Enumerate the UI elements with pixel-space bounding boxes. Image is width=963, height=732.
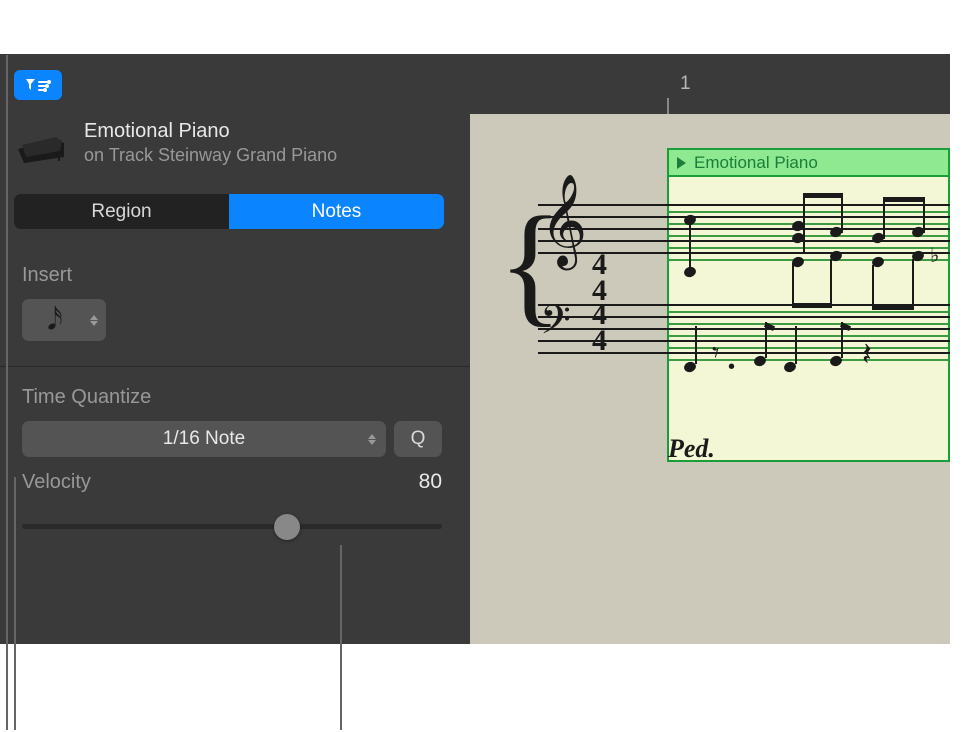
filter-icon: [24, 77, 52, 93]
ruler-marker: 1: [680, 73, 691, 95]
tab-region[interactable]: Region: [14, 194, 229, 229]
tab-group: Region Notes: [14, 194, 444, 229]
velocity-slider[interactable]: [22, 512, 442, 542]
divider: [0, 366, 470, 367]
insert-section: Insert 𝅘𝅥𝅯: [22, 264, 106, 341]
stepper-arrows-icon: [90, 315, 98, 326]
velocity-value: 80: [419, 470, 442, 494]
time-signature-treble: 4 4: [592, 252, 607, 303]
track-subtitle: on Track Steinway Grand Piano: [84, 145, 337, 166]
slider-thumb[interactable]: [274, 514, 300, 540]
track-name: Emotional Piano: [84, 120, 337, 143]
velocity-label: Velocity: [22, 471, 91, 494]
note-value-icon: 𝅘𝅥𝅯: [47, 305, 63, 335]
tab-notes[interactable]: Notes: [229, 194, 444, 229]
insert-dropdown[interactable]: 𝅘𝅥𝅯: [22, 299, 106, 341]
insert-label: Insert: [22, 264, 106, 287]
inspector-sidebar: Emotional Piano on Track Steinway Grand …: [0, 54, 470, 644]
quantize-apply-button[interactable]: Q: [394, 421, 442, 457]
editor-panel: Emotional Piano on Track Steinway Grand …: [0, 54, 950, 644]
stepper-arrows-icon: [368, 434, 376, 445]
ruler-tick: [667, 98, 669, 114]
region-header[interactable]: Emotional Piano: [667, 148, 950, 175]
filter-button[interactable]: [14, 70, 62, 100]
velocity-section: Velocity 80: [22, 470, 442, 542]
callout-line: [14, 477, 16, 730]
treble-clef: 𝄞: [540, 176, 587, 267]
quantize-dropdown[interactable]: 1/16 Note: [22, 421, 386, 457]
score-area: 1 Emotional Piano: [470, 54, 950, 644]
play-icon: [677, 157, 686, 169]
piano-icon: [14, 121, 68, 165]
callout-line: [340, 545, 342, 730]
bass-clef: 𝄢: [540, 298, 571, 354]
pedal-mark: Ped.: [668, 434, 715, 464]
quantize-label: Time Quantize: [22, 386, 442, 409]
track-info: Emotional Piano on Track Steinway Grand …: [14, 120, 337, 166]
region-title: Emotional Piano: [694, 153, 818, 173]
quantize-value: 1/16 Note: [163, 428, 245, 450]
score-content[interactable]: Emotional Piano: [470, 114, 950, 494]
time-signature-bass: 4 4: [592, 302, 607, 353]
timeline-ruler[interactable]: 1: [470, 54, 950, 114]
callout-line: [6, 55, 8, 730]
slider-track: [22, 524, 442, 529]
quantize-section: Time Quantize 1/16 Note Q: [22, 386, 442, 457]
